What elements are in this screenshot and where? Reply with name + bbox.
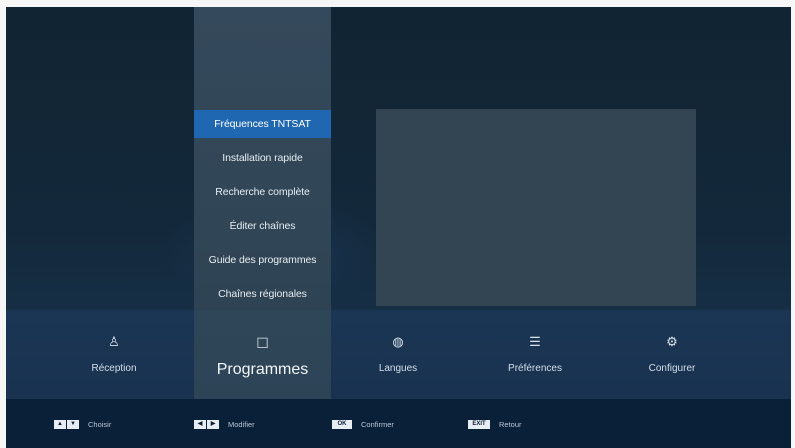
submenu-item-label: Éditer chaînes xyxy=(229,220,296,232)
submenu-item-label: Installation rapide xyxy=(222,152,303,164)
hint-label-modifier: Modifier xyxy=(228,419,255,429)
up-down-keys-icon: ▲ ▼ xyxy=(54,419,79,430)
submenu-item-label: Guide des programmes xyxy=(208,254,317,266)
gear-icon: ⚙ xyxy=(666,334,678,349)
globe-icon: ◍ xyxy=(392,334,404,349)
submenu-item-recherche-complete[interactable]: Recherche complète xyxy=(194,178,331,206)
submenu-item-label: Recherche complète xyxy=(215,186,310,198)
nav-item-preferences[interactable]: ☰ Préférences xyxy=(481,310,589,399)
nav-label-preferences: Préférences xyxy=(508,363,562,374)
hint-label-confirmer: Confirmer xyxy=(361,419,394,429)
nav-label-configurer: Configurer xyxy=(648,363,696,374)
exit-key-icon: EXIT xyxy=(468,419,490,430)
hint-label-choisir: Choisir xyxy=(88,419,112,429)
nav-item-programmes[interactable]: ☐ Programmes xyxy=(194,310,331,399)
hint-retour: EXIT Retour xyxy=(468,418,522,430)
nav-label-programmes: Programmes xyxy=(216,361,309,378)
top-border xyxy=(0,0,795,7)
nav-item-reception[interactable]: ♙ Réception xyxy=(60,310,168,399)
ok-key-label: OK xyxy=(332,419,352,429)
submenu-item-installation-rapide[interactable]: Installation rapide xyxy=(194,144,331,172)
submenu-item-editer-chaines[interactable]: Éditer chaînes xyxy=(194,212,331,240)
nav-item-configurer[interactable]: ⚙ Configurer xyxy=(618,310,726,399)
submenu-item-frequences-tntsat[interactable]: Fréquences TNTSAT xyxy=(194,110,331,138)
submenu-item-label: Fréquences TNTSAT xyxy=(214,118,311,130)
hint-choisir: ▲ ▼ Choisir xyxy=(54,418,111,430)
ok-key-icon: OK xyxy=(332,419,352,430)
hint-modifier: ◀ ▶ Modifier xyxy=(194,418,255,430)
preview-panel xyxy=(376,109,696,306)
tv-settings-screen: Fréquences TNTSAT Installation rapide Re… xyxy=(0,0,795,448)
right-border xyxy=(791,0,795,448)
list-icon: ☰ xyxy=(529,334,541,349)
left-key-icon: ◀ xyxy=(194,419,206,429)
submenu-item-label: Chaînes régionales xyxy=(218,288,307,300)
left-right-keys-icon: ◀ ▶ xyxy=(194,419,219,430)
submenu-item-chaines-regionales[interactable]: Chaînes régionales xyxy=(194,280,331,308)
hint-confirmer: OK Confirmer xyxy=(332,418,394,430)
exit-key-label: EXIT xyxy=(468,419,490,429)
right-key-icon: ▶ xyxy=(207,419,219,429)
nav-label-langues: Langues xyxy=(378,363,418,374)
programs-icon: ☐ xyxy=(256,335,269,351)
nav-label-reception: Réception xyxy=(91,363,137,374)
down-key-icon: ▼ xyxy=(67,419,79,429)
hint-label-retour: Retour xyxy=(499,419,522,429)
antenna-icon: ♙ xyxy=(108,334,120,349)
footer-hints-bar xyxy=(6,399,791,448)
up-key-icon: ▲ xyxy=(54,419,66,429)
submenu-item-guide-programmes[interactable]: Guide des programmes xyxy=(194,246,331,274)
programmes-submenu: Fréquences TNTSAT Installation rapide Re… xyxy=(194,110,331,314)
nav-item-langues[interactable]: ◍ Langues xyxy=(344,310,452,399)
